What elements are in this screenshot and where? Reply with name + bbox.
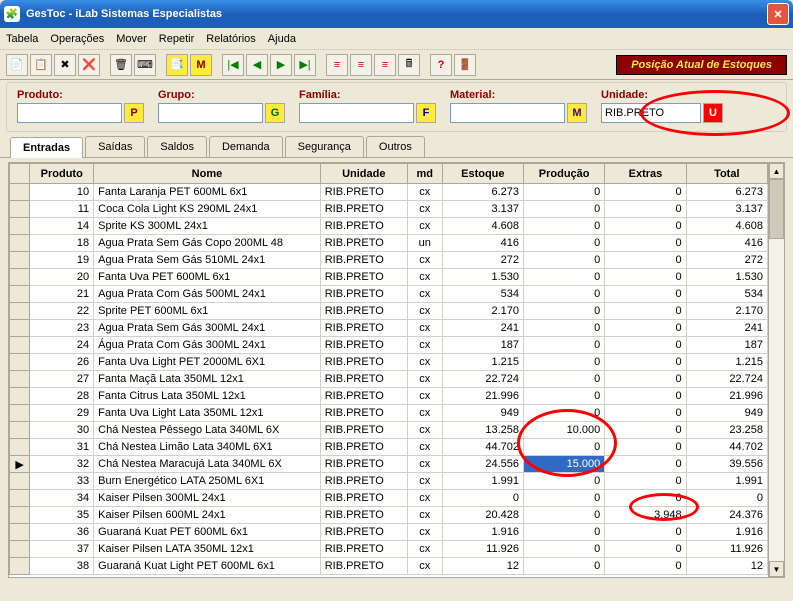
scroll-down[interactable]: ▼: [769, 561, 784, 577]
table-row[interactable]: 36Guaraná Kuat PET 600ML 6x1RIB.PRETOcx1…: [10, 524, 768, 541]
col-extras[interactable]: Extras: [605, 164, 686, 184]
tb-prev[interactable]: ◀: [246, 54, 268, 76]
scroll-thumb[interactable]: [769, 179, 784, 239]
label-material: Material:: [450, 89, 587, 101]
tb-keyboard[interactable]: ⌨: [134, 54, 156, 76]
table-row[interactable]: 29Fanta Uva Light Lata 350ML 12x1RIB.PRE…: [10, 405, 768, 422]
table-row[interactable]: 37Kaiser Pilsen LATA 350ML 12x1RIB.PRETO…: [10, 541, 768, 558]
table-row[interactable]: 24Água Prata Com Gás 300ML 24x1RIB.PRETO…: [10, 337, 768, 354]
table-row[interactable]: 19Agua Prata Sem Gás 510ML 24x1RIB.PRETO…: [10, 252, 768, 269]
window-title: GesToc - iLab Sistemas Especialistas: [26, 8, 767, 20]
tabs: Entradas Saídas Saldos Demanda Segurança…: [0, 132, 793, 158]
tb-list2[interactable]: ≡: [350, 54, 372, 76]
table-row[interactable]: ▶32Chá Nestea Maracujá Lata 340ML 6XRIB.…: [10, 456, 768, 473]
table-row[interactable]: 27Fanta Maçã Lata 350ML 12x1RIB.PRETOcx2…: [10, 371, 768, 388]
table-row[interactable]: 31Chá Nestea Limão Lata 340ML 6X1RIB.PRE…: [10, 439, 768, 456]
close-button[interactable]: ✕: [767, 3, 789, 25]
tab-saldos[interactable]: Saldos: [147, 136, 207, 157]
tb-copy[interactable]: 📋: [30, 54, 52, 76]
tb-new[interactable]: 📄: [6, 54, 28, 76]
btn-material[interactable]: M: [567, 103, 587, 123]
table-row[interactable]: 11Coca Cola Light KS 290ML 24x1RIB.PRETO…: [10, 201, 768, 218]
tab-seguranca[interactable]: Segurança: [285, 136, 364, 157]
vertical-scrollbar[interactable]: ▲ ▼: [768, 163, 784, 577]
tb-exit[interactable]: 🚪: [454, 54, 476, 76]
btn-produto[interactable]: P: [124, 103, 144, 123]
table-row[interactable]: 33Burn Energético LATA 250ML 6X1RIB.PRET…: [10, 473, 768, 490]
table-row[interactable]: 34Kaiser Pilsen 300ML 24x1RIB.PRETOcx000…: [10, 490, 768, 507]
input-material[interactable]: [450, 103, 565, 123]
table-row[interactable]: 21Agua Prata Com Gás 500ML 24x1RIB.PRETO…: [10, 286, 768, 303]
tb-first[interactable]: |◀: [222, 54, 244, 76]
col-producao[interactable]: Produção: [523, 164, 604, 184]
status-banner: Posição Atual de Estoques: [616, 55, 787, 75]
tb-clear[interactable]: ✖: [54, 54, 76, 76]
col-estoque[interactable]: Estoque: [442, 164, 523, 184]
table-row[interactable]: 14Sprite KS 300ML 24x1RIB.PRETOcx4.60800…: [10, 218, 768, 235]
data-grid[interactable]: Produto Nome Unidade md Estoque Produção…: [9, 163, 768, 575]
tab-saidas[interactable]: Saídas: [85, 136, 145, 157]
scroll-up[interactable]: ▲: [769, 163, 784, 179]
input-grupo[interactable]: [158, 103, 263, 123]
tab-entradas[interactable]: Entradas: [10, 137, 83, 158]
input-familia[interactable]: [299, 103, 414, 123]
table-row[interactable]: 26Fanta Uva Light PET 2000ML 6X1RIB.PRET…: [10, 354, 768, 371]
label-produto: Produto:: [17, 89, 144, 101]
btn-unidade[interactable]: U: [703, 103, 723, 123]
col-unidade[interactable]: Unidade: [320, 164, 407, 184]
input-unidade[interactable]: [601, 103, 701, 123]
label-unidade: Unidade:: [601, 89, 723, 101]
menu-repetir[interactable]: Repetir: [159, 33, 194, 45]
menu-ajuda[interactable]: Ajuda: [268, 33, 296, 45]
table-row[interactable]: 20Fanta Uva PET 600ML 6x1RIB.PRETOcx1.53…: [10, 269, 768, 286]
titlebar: 🧩 GesToc - iLab Sistemas Especialistas ✕: [0, 0, 793, 28]
table-row[interactable]: 30Chá Nestea Pêssego Lata 340ML 6XRIB.PR…: [10, 422, 768, 439]
table-row[interactable]: 10Fanta Laranja PET 600ML 6x1RIB.PRETOcx…: [10, 184, 768, 201]
tb-list1[interactable]: ≡: [326, 54, 348, 76]
tb-next[interactable]: ▶: [270, 54, 292, 76]
table-row[interactable]: 18Agua Prata Sem Gás Copo 200ML 48RIB.PR…: [10, 235, 768, 252]
app-icon: 🧩: [4, 6, 20, 22]
menu-relatorios[interactable]: Relatórios: [206, 33, 256, 45]
table-row[interactable]: 28Fanta Citrus Lata 350ML 12x1RIB.PRETOc…: [10, 388, 768, 405]
col-nome[interactable]: Nome: [94, 164, 321, 184]
tb-m[interactable]: M: [190, 54, 212, 76]
label-familia: Família:: [299, 89, 436, 101]
tab-outros[interactable]: Outros: [366, 136, 425, 157]
table-row[interactable]: 38Guaraná Kuat Light PET 600ML 6x1RIB.PR…: [10, 558, 768, 575]
tb-last[interactable]: ▶|: [294, 54, 316, 76]
input-produto[interactable]: [17, 103, 122, 123]
label-grupo: Grupo:: [158, 89, 285, 101]
tb-list3[interactable]: ≡: [374, 54, 396, 76]
table-row[interactable]: 22Sprite PET 600ML 6x1RIB.PRETOcx2.17000…: [10, 303, 768, 320]
toolbar: 📄 📋 ✖ ❌ 🗑 ⌨ 📑 M |◀ ◀ ▶ ▶| ≡ ≡ ≡ 🖩 ? 🚪 Po…: [0, 50, 793, 80]
grid-container: Produto Nome Unidade md Estoque Produção…: [8, 162, 785, 578]
col-produto[interactable]: Produto: [30, 164, 94, 184]
col-md[interactable]: md: [407, 164, 442, 184]
tb-trash[interactable]: 🗑: [110, 54, 132, 76]
menubar: Tabela Operações Mover Repetir Relatório…: [0, 28, 793, 50]
tb-delete[interactable]: ❌: [78, 54, 100, 76]
table-row[interactable]: 23Agua Prata Sem Gás 300ML 24x1RIB.PRETO…: [10, 320, 768, 337]
col-total[interactable]: Total: [686, 164, 767, 184]
tb-calc[interactable]: 🖩: [398, 54, 420, 76]
menu-tabela[interactable]: Tabela: [6, 33, 38, 45]
menu-operacoes[interactable]: Operações: [50, 33, 104, 45]
table-row[interactable]: 35Kaiser Pilsen 600ML 24x1RIB.PRETOcx20.…: [10, 507, 768, 524]
filters-panel: Produto: P Grupo: G Família: F Material:…: [6, 82, 787, 132]
tb-doc[interactable]: 📑: [166, 54, 188, 76]
btn-grupo[interactable]: G: [265, 103, 285, 123]
tab-demanda[interactable]: Demanda: [209, 136, 283, 157]
menu-mover[interactable]: Mover: [116, 33, 147, 45]
tb-help[interactable]: ?: [430, 54, 452, 76]
btn-familia[interactable]: F: [416, 103, 436, 123]
